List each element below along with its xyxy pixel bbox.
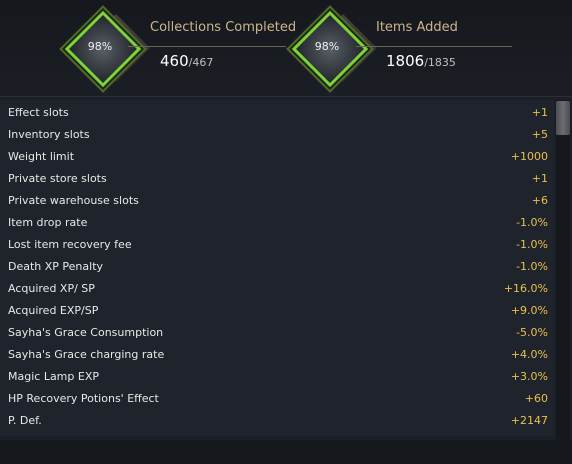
items-percent: 98% xyxy=(314,39,340,53)
stat-name: Private warehouse slots xyxy=(8,194,139,207)
stat-name: Death XP Penalty xyxy=(8,260,104,273)
list-item: Inventory slots +5 xyxy=(0,123,554,145)
list-item: Weight limit +1000 xyxy=(0,145,554,167)
stat-name: Item drop rate xyxy=(8,216,88,229)
collections-divider xyxy=(128,46,286,47)
list-item: Acquired XP/ SP +16.0% xyxy=(0,277,554,299)
stat-name: Lost item recovery fee xyxy=(8,238,132,251)
stat-value: -1.0% xyxy=(516,260,548,273)
stat-name: Sayha's Grace Consumption xyxy=(8,326,164,339)
collections-title: Collections Completed xyxy=(150,20,297,35)
collections-count: 460/467 xyxy=(160,52,213,70)
stat-value: +4.0% xyxy=(510,348,548,361)
stat-value: -1.0% xyxy=(516,216,548,229)
stat-value: +1 xyxy=(531,106,548,119)
stat-value: +16.0% xyxy=(503,282,548,295)
collections-count-total: /467 xyxy=(188,56,214,69)
scrollbar-thumb[interactable] xyxy=(556,101,570,135)
list-item: Effect slots +1 xyxy=(0,101,554,123)
stat-name: Acquired EXP/SP xyxy=(8,304,99,317)
collections-progress-badge: 98% xyxy=(64,10,150,88)
list-item: Sayha's Grace charging rate +4.0% xyxy=(0,343,554,365)
list-item: P. Def. +2147 xyxy=(0,409,554,431)
stat-value: +3.0% xyxy=(510,370,548,383)
list-item: Lost item recovery fee -1.0% xyxy=(0,233,554,255)
list-item: HP Recovery Potions' Effect +60 xyxy=(0,387,554,409)
scrollbar-track[interactable] xyxy=(556,100,570,440)
list-item: Death XP Penalty -1.0% xyxy=(0,255,554,277)
stat-value: +1 xyxy=(531,172,548,185)
stats-list[interactable]: Effect slots +1 Inventory slots +5 Weight … xyxy=(0,100,554,436)
stat-name: Effect slots xyxy=(8,106,69,119)
stat-value: +5 xyxy=(531,128,548,141)
collections-count-value: 460 xyxy=(160,52,189,70)
items-count-total: /1835 xyxy=(424,56,456,69)
collections-percent: 98% xyxy=(87,39,113,53)
stat-value: +6 xyxy=(531,194,548,207)
stat-value: +1000 xyxy=(510,150,548,163)
stat-name: HP Recovery Potions' Effect xyxy=(8,392,159,405)
list-item: Private store slots +1 xyxy=(0,167,554,189)
stat-name: Weight limit xyxy=(8,150,75,163)
items-progress-badge: 98% xyxy=(291,10,377,88)
stat-value: +9.0% xyxy=(510,304,548,317)
list-item: Item drop rate -1.0% xyxy=(0,211,554,233)
stat-value: +2147 xyxy=(510,414,548,427)
items-divider xyxy=(356,46,512,47)
stat-name: Magic Lamp EXP xyxy=(8,370,99,383)
items-title: Items Added xyxy=(376,20,458,35)
list-item: Sayha's Grace Consumption -5.0% xyxy=(0,321,554,343)
stat-name: P. Def. xyxy=(8,414,42,427)
stat-name: Private store slots xyxy=(8,172,107,185)
stat-value: -5.0% xyxy=(516,326,548,339)
stat-name: Sayha's Grace charging rate xyxy=(8,348,165,361)
items-count-value: 1806 xyxy=(386,52,425,70)
stat-value: -1.0% xyxy=(516,238,548,251)
stat-name: Acquired XP/ SP xyxy=(8,282,95,295)
collection-summary-header: 98% Collections Completed 460/467 98% It… xyxy=(0,0,572,97)
list-item: Private warehouse slots +6 xyxy=(0,189,554,211)
panel-footer xyxy=(0,440,572,464)
stat-name: Inventory slots xyxy=(8,128,90,141)
list-item: Acquired EXP/SP +9.0% xyxy=(0,299,554,321)
items-count: 1806/1835 xyxy=(386,52,456,70)
stat-value: +60 xyxy=(524,392,548,405)
list-item: Magic Lamp EXP +3.0% xyxy=(0,365,554,387)
